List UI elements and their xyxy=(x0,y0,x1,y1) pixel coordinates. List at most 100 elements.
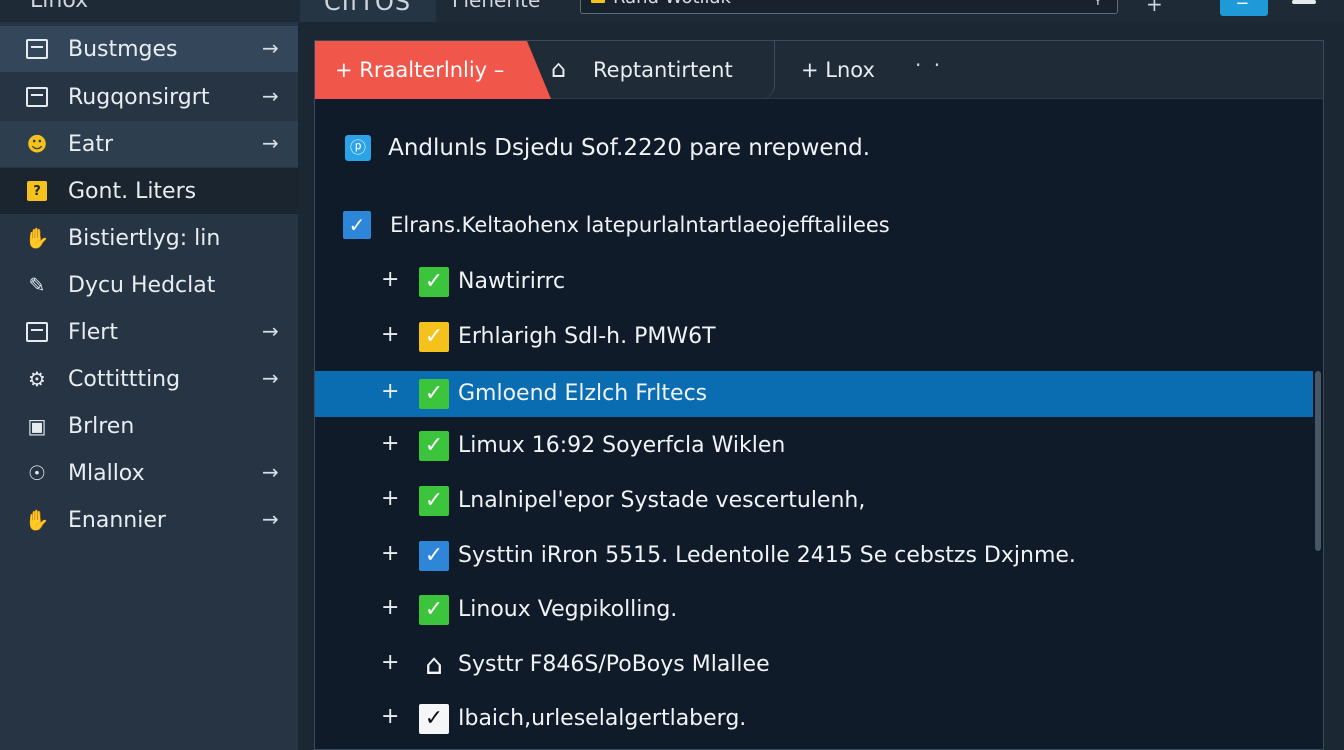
add-button[interactable]: + xyxy=(1146,0,1163,16)
top-menu[interactable]: Flenerite xyxy=(452,0,540,12)
arrow-right-icon: → xyxy=(262,36,279,60)
list-item-label: Erhlarigh Sdl-h. PMW6T xyxy=(458,324,716,349)
expand-icon[interactable]: + xyxy=(381,431,399,456)
warning-icon: ? xyxy=(24,179,50,203)
pen-icon: ✎ xyxy=(28,273,46,297)
tab-bar: + Rraalterlnliy – ⌂ Reptantirtent + Lnox… xyxy=(315,41,1323,99)
target-icon: ☉ xyxy=(28,461,46,485)
briefcase-icon xyxy=(24,85,50,109)
app-title: Linox xyxy=(30,0,89,13)
sidebar-item-gont-liters[interactable]: ? Gont. Liters xyxy=(0,168,298,214)
list-item-label: Lnalnipel'epor Systade vescertulenh, xyxy=(458,488,866,513)
sidebar-item-brlren[interactable]: ▣ Brlren xyxy=(0,403,298,449)
list-item-label: Systtr F846S/PoBoys Mlallee xyxy=(458,652,770,677)
sidebar-item-label: Cottittting xyxy=(68,367,181,392)
sidebar-item-flert[interactable]: Flert → xyxy=(0,309,298,355)
sidebar-item-eatr[interactable]: ☻ Eatr → xyxy=(0,121,298,167)
header-text: Andlunls Dsjedu Sof.2220 pare nrepwend. xyxy=(388,135,871,161)
grid-icon: ☱ xyxy=(1236,0,1249,8)
list-item-label: Gmloend Elzlch Frltecs xyxy=(458,381,708,406)
list-item[interactable]: + ✓ Systtin iRron 5515. Ledentolle 2415 … xyxy=(315,533,1313,579)
menu-icon[interactable] xyxy=(1292,0,1316,4)
list-item[interactable]: + ✓ Lnalnipel'epor Systade vescertulenh, xyxy=(315,478,1313,524)
sidebar-item-label: Flert xyxy=(68,320,118,345)
sidebar-item-bistiertlyg[interactable]: ✋ Bistiertlyg: lin xyxy=(0,215,298,261)
arrow-right-icon: → xyxy=(262,460,279,484)
list-item-selected[interactable]: + ✓ Gmloend Elzlch Frltecs xyxy=(315,371,1313,417)
home-icon: ⌂ xyxy=(551,55,567,83)
search-input[interactable]: Rand Wotilak ⚲ xyxy=(580,0,1118,14)
expand-icon[interactable]: + xyxy=(381,379,399,404)
tab-lnox[interactable]: + Lnox xyxy=(781,41,981,99)
content-header: ⓟ Andlunls Dsjedu Sof.2220 pare nrepwend… xyxy=(345,135,870,161)
top-tab-label: CIfTOS xyxy=(324,0,412,16)
check-icon[interactable]: ✓ xyxy=(419,431,449,461)
expand-icon[interactable]: + xyxy=(381,322,399,347)
tab-label: + Lnox xyxy=(801,58,875,82)
expand-icon[interactable]: + xyxy=(381,650,399,675)
top-tab[interactable]: CIfTOS xyxy=(300,0,436,22)
arrow-right-icon: → xyxy=(262,84,279,108)
sidebar-item-label: Bustmges xyxy=(68,37,178,62)
settings-icon: ⚙ xyxy=(28,367,46,391)
sidebar-item-mlallox[interactable]: ☉ Mlallox → xyxy=(0,450,298,496)
list-item[interactable]: + ✓ Nawtirirrc xyxy=(315,259,1313,305)
main-panel: + Rraalterlnliy – ⌂ Reptantirtent + Lnox… xyxy=(314,40,1324,750)
list-item[interactable]: + ✓ Erhlarigh Sdl-h. PMW6T xyxy=(315,314,1313,360)
search-value: Rand Wotilak xyxy=(613,0,731,8)
arrow-right-icon: → xyxy=(262,319,279,343)
sidebar-item-label: Dycu Hedclat xyxy=(68,273,216,298)
sidebar-item-rugqonsirgrt[interactable]: Rugqonsirgrt → xyxy=(0,74,298,120)
top-bar: Linox CIfTOS Flenerite Rand Wotilak ⚲ + … xyxy=(0,0,1344,22)
more-tabs-icon[interactable]: · · xyxy=(915,53,943,77)
list-item-label: Limux 16:92 Soyerfcla Wiklen xyxy=(458,433,786,458)
folder-icon xyxy=(591,0,605,3)
list-item[interactable]: + ✓ Limux 16:92 Soyerfcla Wiklen xyxy=(315,423,1313,469)
house-icon[interactable]: ⌂ xyxy=(419,650,449,680)
check-icon[interactable]: ✓ xyxy=(419,486,449,516)
section-header[interactable]: ✓ Elrans.Keltaohenx latepurlalntartlaeoj… xyxy=(343,211,890,239)
list-item[interactable]: + ✓ Ibaich,urleselalgertlaberg. xyxy=(315,696,1313,742)
blue-action-button[interactable]: ☱ xyxy=(1220,0,1268,16)
list-item-label: Ibaich,urleselalgertlaberg. xyxy=(458,706,747,731)
check-icon[interactable]: ✓ xyxy=(419,267,449,297)
list-item[interactable]: + ✓ Linoux Vegpikolling. xyxy=(315,587,1313,633)
sidebar-item-label: Gont. Liters xyxy=(68,179,197,204)
check-icon[interactable]: ✓ xyxy=(419,541,449,571)
check-icon[interactable]: ✓ xyxy=(419,379,449,409)
check-icon[interactable]: ✓ xyxy=(419,322,449,352)
sidebar-item-cottittting[interactable]: ⚙ Cottittting → xyxy=(0,356,298,402)
expand-icon[interactable]: + xyxy=(381,486,399,511)
expand-icon[interactable]: + xyxy=(381,267,399,292)
scrollbar[interactable] xyxy=(1315,371,1321,551)
list-item-label: Linoux Vegpikolling. xyxy=(458,597,678,622)
sidebar-item-enannier[interactable]: ✋ Enannier → xyxy=(0,497,298,543)
tab-label: + Rraalterlnliy – xyxy=(335,58,505,82)
expand-icon[interactable]: + xyxy=(381,595,399,620)
sidebar-item-label: Brlren xyxy=(68,414,135,439)
sidebar-item-label: Enannier xyxy=(68,508,166,533)
tab-rraalterlnliy[interactable]: + Rraalterlnliy – xyxy=(315,41,551,99)
check-icon[interactable]: ✓ xyxy=(419,704,449,734)
hand-icon: ✋ xyxy=(24,226,50,250)
expand-icon[interactable]: + xyxy=(381,704,399,729)
section-label: Elrans.Keltaohenx latepurlalntartlaeojef… xyxy=(390,213,890,237)
clipboard-icon xyxy=(24,320,50,344)
list-item-label: Nawtirirrc xyxy=(458,269,566,294)
sidebar-item-dycu-hedclat[interactable]: ✎ Dycu Hedclat xyxy=(0,262,298,308)
search-icon[interactable]: ⚲ xyxy=(1093,0,1103,7)
arrow-right-icon: → xyxy=(262,131,279,155)
folder-icon xyxy=(24,37,50,61)
check-icon[interactable]: ✓ xyxy=(419,595,449,625)
sidebar-item-bustmges[interactable]: Bustmges → xyxy=(0,26,298,72)
section-checkbox[interactable]: ✓ xyxy=(343,211,371,239)
sidebar-item-label: Mlallox xyxy=(68,461,145,486)
sidebar-item-label: Rugqonsirgrt xyxy=(68,85,210,110)
list-item[interactable]: + ⌂ Systtr F846S/PoBoys Mlallee xyxy=(315,642,1313,688)
list-item-label: Systtin iRron 5515. Ledentolle 2415 Se c… xyxy=(458,543,1076,568)
arrow-right-icon: → xyxy=(262,507,279,531)
tab-label: Reptantirtent xyxy=(593,58,733,82)
expand-icon[interactable]: + xyxy=(381,541,399,566)
device-icon: ▣ xyxy=(27,414,47,438)
tab-reptantirtent[interactable]: ⌂ Reptantirtent xyxy=(529,41,775,99)
